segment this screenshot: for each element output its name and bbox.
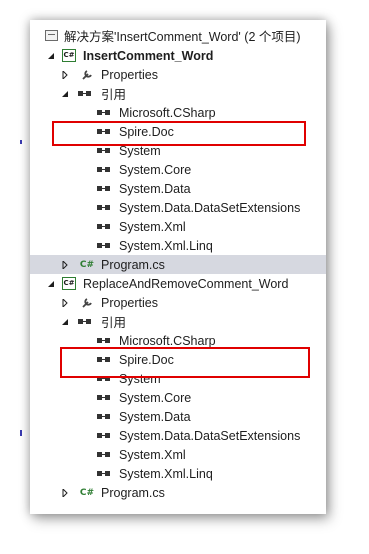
solution-node[interactable]: 解决方案'InsertComment_Word' (2 个项目) bbox=[30, 26, 326, 45]
wrench-icon bbox=[80, 68, 94, 82]
reference-label: System.Core bbox=[119, 390, 192, 405]
assembly-icon bbox=[97, 239, 111, 253]
assembly-icon bbox=[97, 467, 111, 481]
references-icon bbox=[78, 315, 92, 329]
assembly-icon bbox=[97, 429, 111, 443]
solution-icon bbox=[44, 29, 58, 43]
program-file-node[interactable]: C# Program.cs bbox=[30, 483, 326, 502]
program-file-node[interactable]: C# Program.cs bbox=[30, 255, 326, 274]
solution-label: 解决方案'InsertComment_Word' (2 个项目) bbox=[64, 30, 301, 44]
spire-doc-highlight-box bbox=[52, 121, 306, 146]
collapse-arrow-icon[interactable] bbox=[60, 317, 70, 327]
reference-label: System.Core bbox=[119, 162, 192, 177]
references-label: 引用 bbox=[101, 88, 127, 102]
expand-arrow-icon[interactable] bbox=[60, 298, 70, 308]
reference-label: System.Data bbox=[119, 409, 191, 424]
csharp-file-icon: C# bbox=[79, 487, 95, 498]
reference-label: Microsoft.CSharp bbox=[119, 105, 216, 120]
expand-arrow-icon[interactable] bbox=[60, 488, 70, 498]
reference-item[interactable]: System.Xml bbox=[30, 445, 326, 464]
reference-label: System.Data bbox=[119, 181, 191, 196]
project-node-replaceandremove[interactable]: C# ReplaceAndRemoveComment_Word bbox=[30, 274, 326, 293]
reference-item[interactable]: System.Data.DataSetExtensions bbox=[30, 198, 326, 217]
assembly-icon bbox=[97, 106, 111, 120]
collapse-arrow-icon[interactable] bbox=[60, 89, 70, 99]
csharp-project-icon: C# bbox=[62, 49, 76, 63]
reference-label: System.Xml bbox=[119, 219, 186, 234]
reference-item[interactable]: System.Data.DataSetExtensions bbox=[30, 426, 326, 445]
assembly-icon bbox=[97, 334, 111, 348]
csharp-file-icon: C# bbox=[79, 259, 95, 270]
editor-margin-mark bbox=[20, 140, 22, 144]
reference-label: Microsoft.CSharp bbox=[119, 333, 216, 348]
project-label: InsertComment_Word bbox=[83, 48, 214, 63]
assembly-icon bbox=[97, 182, 111, 196]
assembly-icon bbox=[97, 410, 111, 424]
solution-explorer: 解决方案'InsertComment_Word' (2 个项目) C# Inse… bbox=[30, 20, 326, 514]
assembly-icon bbox=[97, 201, 111, 215]
program-label: Program.cs bbox=[101, 485, 165, 500]
expand-arrow-icon[interactable] bbox=[60, 70, 70, 80]
project-node-insertcomment[interactable]: C# InsertComment_Word bbox=[30, 46, 326, 65]
reference-item[interactable]: System.Xml bbox=[30, 217, 326, 236]
properties-label: Properties bbox=[101, 295, 158, 310]
assembly-icon bbox=[97, 220, 111, 234]
reference-label: System.Data.DataSetExtensions bbox=[119, 200, 301, 215]
properties-node[interactable]: Properties bbox=[30, 65, 326, 84]
reference-item[interactable]: System.Data bbox=[30, 407, 326, 426]
reference-item[interactable]: System.Data bbox=[30, 179, 326, 198]
reference-label: System.Xml.Linq bbox=[119, 238, 213, 253]
reference-item[interactable]: System.Xml.Linq bbox=[30, 236, 326, 255]
editor-margin-mark bbox=[20, 430, 22, 436]
properties-node[interactable]: Properties bbox=[30, 293, 326, 312]
references-label: 引用 bbox=[101, 316, 127, 330]
collapse-arrow-icon[interactable] bbox=[46, 51, 56, 61]
wrench-icon bbox=[80, 296, 94, 310]
assembly-icon bbox=[97, 163, 111, 177]
reference-item[interactable]: System.Core bbox=[30, 388, 326, 407]
spire-doc-highlight-box bbox=[60, 347, 310, 378]
properties-label: Properties bbox=[101, 67, 158, 82]
expand-arrow-icon[interactable] bbox=[60, 260, 70, 270]
collapse-arrow-icon[interactable] bbox=[46, 279, 56, 289]
reference-item[interactable]: System.Core bbox=[30, 160, 326, 179]
project-label: ReplaceAndRemoveComment_Word bbox=[83, 276, 289, 291]
reference-item[interactable]: Microsoft.CSharp bbox=[30, 103, 326, 122]
program-label: Program.cs bbox=[101, 257, 165, 272]
csharp-project-icon: C# bbox=[62, 277, 76, 291]
references-icon bbox=[78, 87, 92, 101]
assembly-icon bbox=[97, 448, 111, 462]
reference-label: System.Xml.Linq bbox=[119, 466, 213, 481]
reference-label: System.Data.DataSetExtensions bbox=[119, 428, 301, 443]
references-node[interactable]: 引用 bbox=[30, 312, 326, 331]
references-node[interactable]: 引用 bbox=[30, 84, 326, 103]
assembly-icon bbox=[97, 391, 111, 405]
reference-item[interactable]: System.Xml.Linq bbox=[30, 464, 326, 483]
reference-label: System.Xml bbox=[119, 447, 186, 462]
